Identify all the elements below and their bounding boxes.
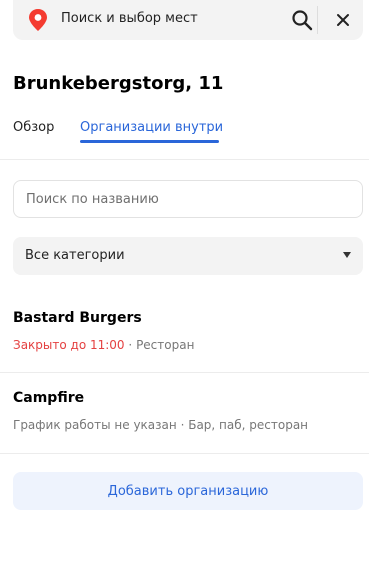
tab-organizations-inside[interactable]: Организации внутри [80,120,223,135]
category-select-value: Все категории [25,248,125,263]
organization-category: Бар, паб, ресторан [188,418,309,432]
opening-status: График работы не указан [13,418,177,432]
active-tab-indicator [80,140,219,143]
organization-category: Ресторан [136,338,195,352]
close-button[interactable] [331,8,355,32]
close-icon[interactable] [336,13,350,27]
organization-name[interactable]: Bastard Burgers [13,310,142,326]
divider [0,159,369,160]
divider [0,372,369,373]
add-organization-button[interactable]: Добавить организацию [13,472,363,510]
header-divider [317,6,318,34]
page-title: Brunkebergstorg, 11 [13,73,224,94]
search-bar[interactable]: Поиск и выбор мест [13,0,363,40]
tab-overview[interactable]: Обзор [13,120,54,135]
meta-separator: · [128,338,133,352]
map-pin-icon [29,9,47,31]
meta-separator: · [180,418,185,432]
opening-status: Закрыто до 11:00 [13,338,125,352]
search-label[interactable]: Поиск и выбор мест [61,11,198,26]
divider [0,453,369,454]
dropdown-arrow-icon [343,252,351,258]
organization-name[interactable]: Campfire [13,390,84,406]
organization-meta: Закрыто до 11:00 · Ресторан [13,338,194,352]
search-by-name-input[interactable] [13,180,363,218]
search-icon[interactable] [290,8,314,32]
category-select[interactable]: Все категории [13,237,363,275]
organization-meta: График работы не указан · Бар, паб, рест… [13,418,308,432]
